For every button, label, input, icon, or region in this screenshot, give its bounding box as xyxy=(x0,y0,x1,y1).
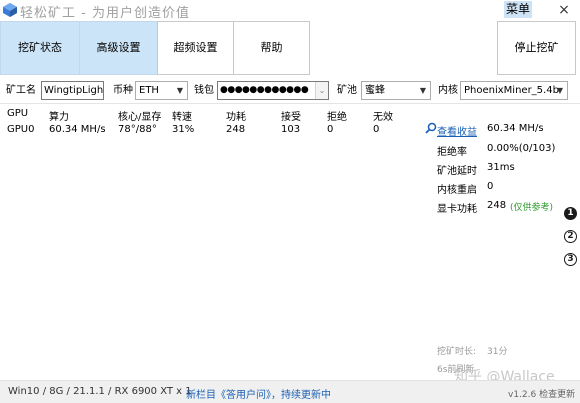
chevron-down-icon: ▼ xyxy=(176,86,183,95)
column-header: 拒绝 xyxy=(327,112,347,123)
table-cell: 0 xyxy=(327,124,334,135)
column-header: GPU xyxy=(7,108,29,119)
stop-mining-button[interactable]: 停止挖矿 xyxy=(497,21,576,75)
wallet-label: 钱包 xyxy=(194,85,214,96)
column-header: 功耗 xyxy=(226,112,246,123)
chevron-down-icon: ▼ xyxy=(419,86,426,95)
table-cell: GPU0 xyxy=(7,124,35,135)
kernel-restart-value: 0 xyxy=(487,181,494,192)
page-3-button[interactable]: 3 xyxy=(564,253,577,266)
magnifier-icon xyxy=(425,122,437,134)
reject-rate-label: 拒绝率 xyxy=(437,147,467,158)
column-header: 算力 xyxy=(49,112,69,123)
worker-name-input[interactable]: WingtipLight xyxy=(41,81,104,100)
mining-time-label: 挖矿时长: xyxy=(437,347,477,357)
column-header: 无效 xyxy=(373,112,393,123)
version-check-link[interactable]: v1.2.6 检查更新 xyxy=(508,387,575,400)
kernel-select[interactable]: PhoenixMiner_5.4b ▼ xyxy=(460,81,568,100)
table-cell: 0 xyxy=(373,124,380,135)
title-bar: 轻松矿工 - 为用户创造价值 菜单 × xyxy=(0,0,580,21)
table-cell: 60.34 MH/s xyxy=(49,124,106,135)
menu-button[interactable]: 菜单 xyxy=(504,1,532,18)
app-logo-icon xyxy=(3,3,17,17)
page-2-button[interactable]: 2 xyxy=(564,230,577,243)
pool-select-value: 蜜蜂 xyxy=(365,85,385,96)
tab-overclock-settings[interactable]: 超频设置 xyxy=(157,21,234,75)
system-info: Win10 / 8G / 21.1.1 / RX 6900 XT x 1 xyxy=(8,386,192,397)
gpu-power-label: 显卡功耗 xyxy=(437,204,477,215)
kernel-restart-label: 内核重启 xyxy=(437,185,477,196)
tab-help[interactable]: 帮助 xyxy=(233,21,310,75)
coin-select[interactable]: ETH ▼ xyxy=(135,81,188,100)
divider xyxy=(0,103,580,104)
column-header: 接受 xyxy=(281,112,301,123)
worker-name-label: 矿工名 xyxy=(6,85,36,96)
gpu-power-note: (仅供参考) xyxy=(510,203,554,213)
news-link[interactable]: 新栏目《答用户问》，持续更新中 xyxy=(186,386,331,401)
kernel-select-value: PhoenixMiner_5.4b xyxy=(464,85,559,96)
kernel-label: 内核 xyxy=(438,85,458,96)
chevron-down-icon: ▼ xyxy=(556,86,563,95)
table-cell: 103 xyxy=(281,124,301,135)
close-button[interactable]: × xyxy=(552,0,576,20)
window-title: 轻松矿工 - 为用户创造价值 xyxy=(20,6,190,21)
column-header: 转速 xyxy=(172,112,192,123)
mining-time-value: 31分 xyxy=(487,347,508,357)
status-bar: Win10 / 8G / 21.1.1 / RX 6900 XT x 1 新栏目… xyxy=(0,380,580,403)
tab-advanced-settings[interactable]: 高级设置 xyxy=(79,21,158,75)
coin-select-value: ETH xyxy=(139,85,159,96)
wallet-dropdown-button[interactable]: ⌄ xyxy=(315,82,328,99)
wallet-input[interactable]: ●●●●●●●●●●●● xyxy=(217,81,329,100)
reject-rate-value: 0.00%(0/103) xyxy=(487,143,556,154)
pool-latency-value: 31ms xyxy=(487,162,515,173)
coin-label: 币种 xyxy=(113,85,133,96)
view-earnings-link[interactable]: 查看收益 xyxy=(437,123,477,138)
tab-mining-status[interactable]: 挖矿状态 xyxy=(0,21,80,75)
page-1-button[interactable]: 1 xyxy=(564,207,577,220)
pool-label: 矿池 xyxy=(337,85,357,96)
table-cell: 31% xyxy=(172,124,195,135)
pool-latency-label: 矿池延时 xyxy=(437,166,477,177)
table-cell: 78°/88° xyxy=(118,124,157,135)
gpu-power-value: 248 xyxy=(487,200,507,211)
column-header: 核心/显存 xyxy=(118,112,162,123)
table-cell: 248 xyxy=(226,124,246,135)
hashrate-value: 60.34 MH/s xyxy=(487,123,544,134)
chevron-down-icon: ⌄ xyxy=(318,86,326,95)
pool-select[interactable]: 蜜蜂 ▼ xyxy=(361,81,431,100)
